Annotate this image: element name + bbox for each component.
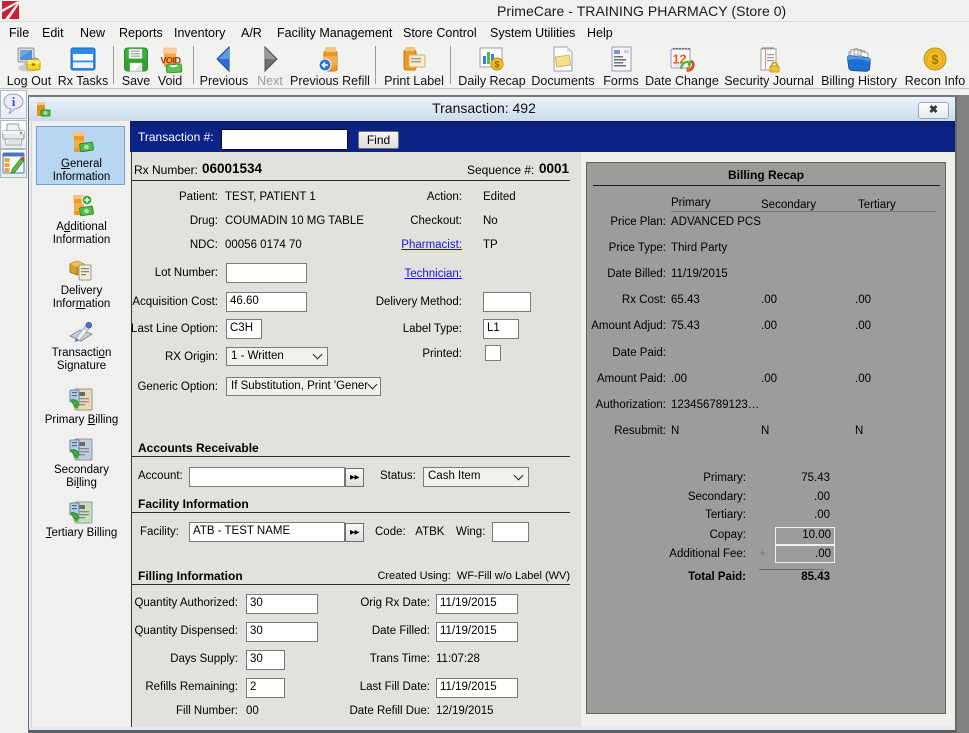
svg-text:$: $ [931, 52, 939, 67]
svg-text:i: i [12, 94, 16, 109]
svg-text:$: $ [494, 60, 499, 70]
svg-text:12: 12 [673, 53, 687, 67]
svg-text:VOID: VOID [160, 56, 181, 66]
